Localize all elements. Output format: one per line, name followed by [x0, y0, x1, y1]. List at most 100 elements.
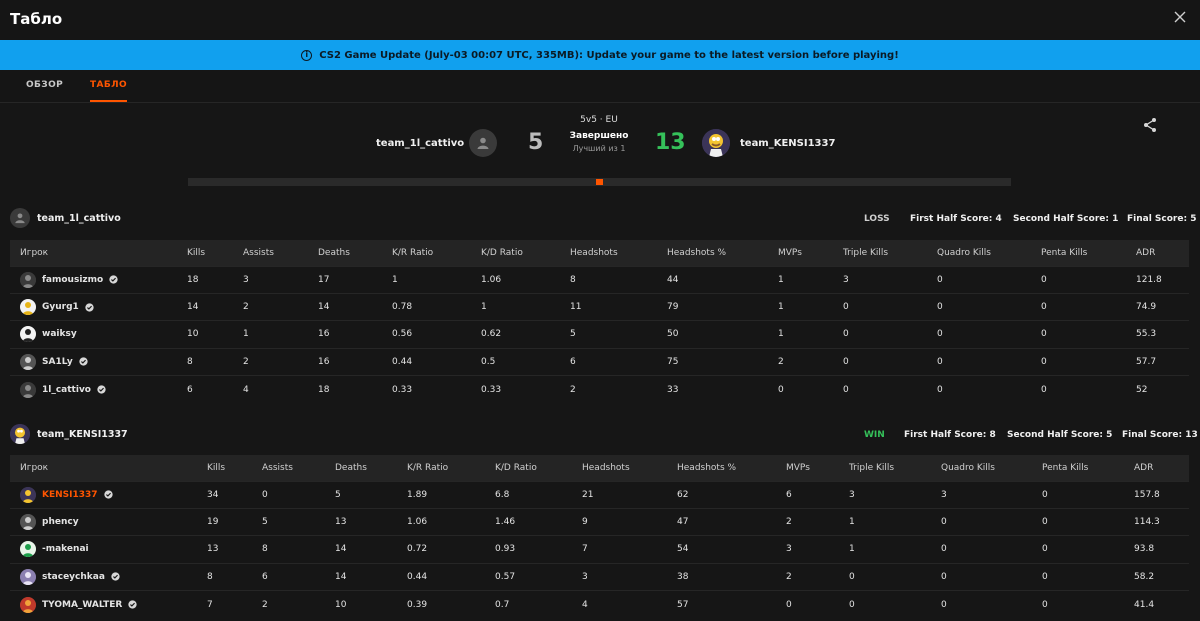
penta-kills-cell: 0 [1042, 544, 1048, 555]
assists-cell: 6 [262, 571, 268, 582]
mvps-cell: 2 [786, 517, 792, 528]
verified-icon [97, 385, 106, 394]
tab-scoreboard[interactable]: ТАБЛО [90, 80, 128, 102]
player-name: phency [42, 517, 79, 528]
player-cell: phency [10, 508, 197, 535]
quadro-kills-cell: 0 [941, 544, 947, 555]
column-header-deaths: Deaths [335, 462, 367, 473]
headshots-pct-cell: 38 [677, 571, 689, 582]
player-cell: famousizmo [10, 266, 177, 293]
kd-ratio-cell: 0.57 [495, 571, 516, 582]
player-name: TYOMA_WALTER [42, 599, 123, 610]
kills-cell: 14 [187, 302, 199, 313]
player-name: waiksy [42, 329, 77, 340]
team2-name[interactable]: team_KENSI1337 [740, 138, 835, 149]
deaths-cell: 18 [318, 384, 330, 395]
player-avatar [20, 596, 36, 613]
headshots-pct-cell: 44 [667, 274, 679, 285]
triple-kills-cell: 1 [849, 517, 855, 528]
kills-cell: 19 [207, 517, 219, 528]
headshots-pct-cell: 54 [677, 544, 689, 555]
match-status: Завершено [569, 131, 629, 141]
adr-cell: 157.8 [1134, 489, 1160, 500]
close-icon[interactable] [1172, 9, 1188, 25]
team1-header-name[interactable]: team_1l_cattivo [37, 213, 121, 224]
player-link[interactable]: staceychkaa [20, 568, 197, 585]
penta-kills-cell: 0 [1042, 489, 1048, 500]
adr-cell: 74.9 [1136, 302, 1157, 313]
mvps-cell: 2 [786, 571, 792, 582]
team1-second-half: Second Half Score: 1 [1013, 214, 1119, 224]
headshots-pct-cell: 47 [677, 517, 689, 528]
deaths-cell: 13 [335, 517, 347, 528]
mvps-cell: 2 [778, 356, 784, 367]
player-avatar [20, 568, 36, 585]
column-header-player: Игрок [20, 462, 49, 473]
headshots-cell: 11 [570, 302, 582, 313]
adr-cell: 52 [1136, 384, 1148, 395]
column-header-kills: Kills [187, 247, 206, 258]
tab-overview[interactable]: ОБЗОР [26, 80, 63, 90]
team2-score: 13 [655, 130, 686, 155]
player-cell: Gyurg1 [10, 293, 177, 320]
player-link[interactable]: Gyurg1 [20, 299, 177, 316]
headshots-cell: 3 [582, 571, 588, 582]
purple-avatar-icon [20, 568, 36, 585]
column-header-triple-kills: Triple Kills [849, 462, 895, 473]
adr-cell: 57.7 [1136, 356, 1157, 367]
player-link[interactable]: KENSI1337 [20, 486, 197, 503]
player-link[interactable]: phency [20, 514, 197, 531]
mvps-cell: 0 [786, 599, 792, 610]
column-header-deaths: Deaths [318, 247, 350, 258]
assists-cell: 2 [262, 599, 268, 610]
team1-avatar [469, 129, 497, 157]
team2-header-name[interactable]: team_KENSI1337 [37, 429, 128, 440]
quadro-kills-cell: 0 [937, 356, 943, 367]
team2-avatar [702, 129, 730, 157]
kills-cell: 13 [207, 544, 219, 555]
player-link[interactable]: SA1Ly [20, 353, 177, 370]
headshots-cell: 2 [570, 384, 576, 395]
team1-score: 5 [528, 130, 544, 155]
match-progress-bar [188, 178, 1011, 186]
player-cell: waiksy [10, 321, 177, 348]
share-icon[interactable] [1142, 117, 1158, 133]
column-header-adr: ADR [1134, 462, 1154, 473]
kills-cell: 6 [187, 384, 193, 395]
player-cell: -makenai [10, 536, 197, 563]
adr-cell: 93.8 [1134, 544, 1155, 555]
deaths-cell: 17 [318, 274, 330, 285]
column-header-kr-ratio: K/R Ratio [407, 462, 449, 473]
triple-kills-cell: 1 [849, 544, 855, 555]
player-link[interactable]: -makenai [20, 541, 197, 558]
deaths-cell: 14 [318, 302, 330, 313]
player-link[interactable]: waiksy [20, 326, 177, 343]
deaths-cell: 10 [335, 599, 347, 610]
player-link[interactable]: 1l_cattivo [20, 381, 177, 398]
mvps-cell: 6 [786, 489, 792, 500]
player-link[interactable]: TYOMA_WALTER [20, 596, 197, 613]
kd-ratio-cell: 1 [481, 302, 487, 313]
kr-ratio-cell: 0.44 [392, 356, 413, 367]
team2-second-half: Second Half Score: 5 [1007, 430, 1113, 440]
team1-name[interactable]: team_1l_cattivo [376, 138, 464, 149]
default-avatar-icon [20, 381, 36, 398]
quadro-kills-cell: 0 [937, 274, 943, 285]
orange-avatar-icon [20, 596, 36, 613]
penta-kills-cell: 0 [1041, 274, 1047, 285]
player-avatar [20, 514, 36, 531]
player-cell: SA1Ly [10, 348, 177, 375]
player-link[interactable]: famousizmo [20, 271, 177, 288]
headshots-pct-cell: 57 [677, 599, 689, 610]
table-row: 1l_cattivo 6 4 18 0.33 0.33 2 33 0 0 0 0 52 [10, 375, 1189, 403]
deaths-cell: 16 [318, 356, 330, 367]
headshots-cell: 4 [582, 599, 588, 610]
table-row: Gyurg1 14 2 14 0.78 1 11 79 1 0 0 0 74.9 [10, 293, 1189, 320]
quadro-kills-cell: 3 [941, 489, 947, 500]
match-info: 5v5 · EU Завершено Лучший из 1 [560, 115, 638, 153]
kd-ratio-cell: 1.46 [495, 517, 516, 528]
homer-avatar-icon [10, 424, 30, 444]
kd-ratio-cell: 0.7 [495, 599, 510, 610]
kills-cell: 7 [207, 599, 213, 610]
team2-scoreboard-table: Игрок Kills Assists Deaths K/R Ratio K/D Rati… [10, 455, 1189, 618]
